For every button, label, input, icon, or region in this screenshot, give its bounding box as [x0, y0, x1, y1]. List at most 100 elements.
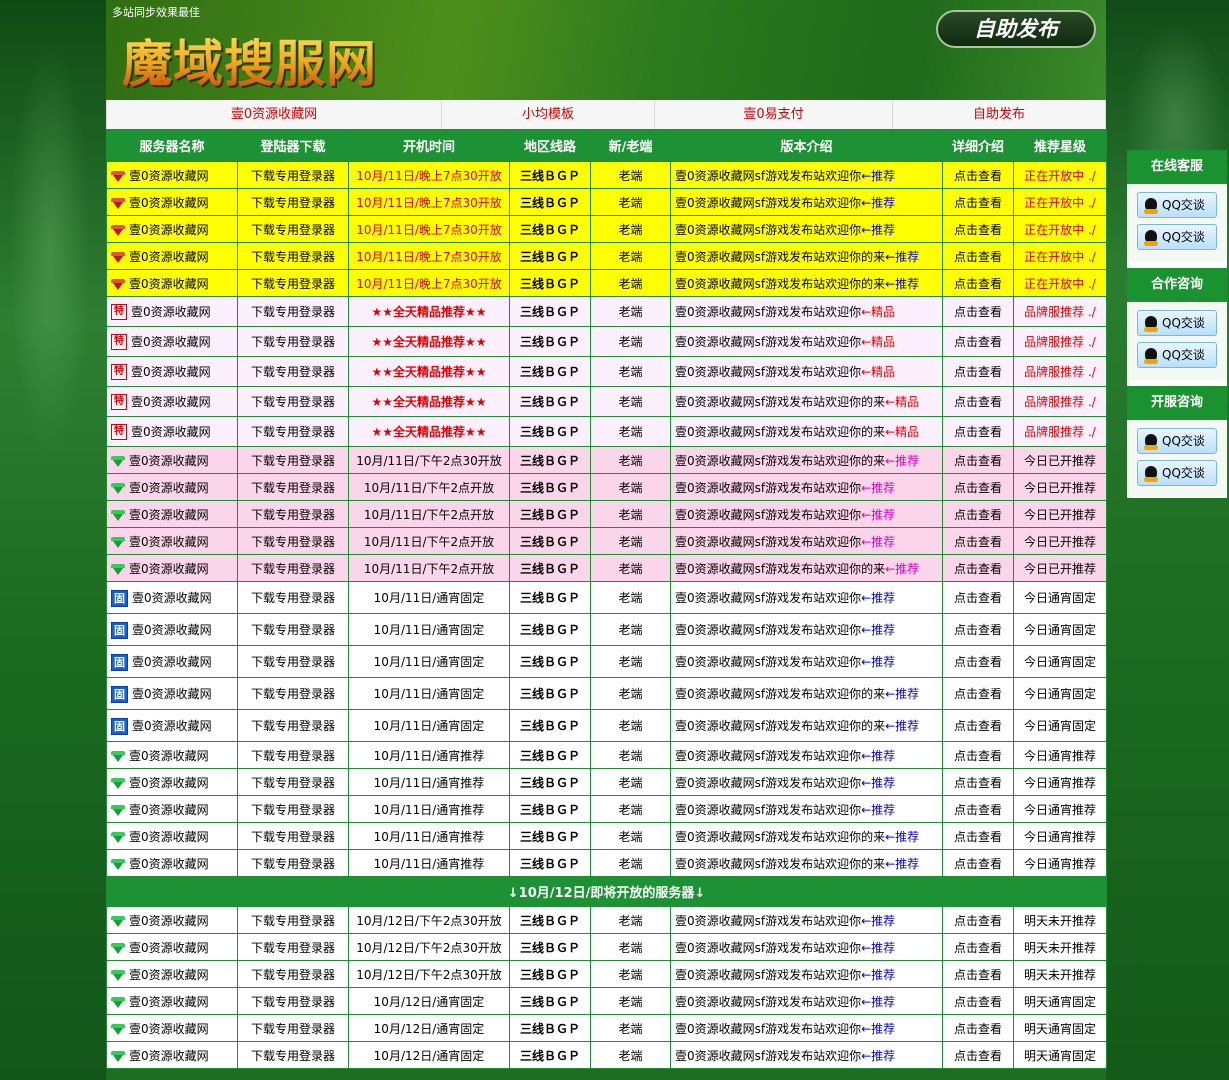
download-link[interactable]: 下载专用登录器: [237, 296, 349, 327]
server-name[interactable]: 壹0资源收藏网: [129, 803, 209, 817]
detail-link[interactable]: 点击查看: [942, 215, 1014, 243]
download-link[interactable]: 下载专用登录器: [237, 416, 349, 447]
server-name[interactable]: 壹0资源收藏网: [129, 914, 209, 928]
version-intro[interactable]: 壹0资源收藏网sf游戏发布站欢迎你: [675, 223, 861, 237]
download-link[interactable]: 下载专用登录器: [237, 849, 349, 877]
server-name[interactable]: 壹0资源收藏网: [132, 655, 212, 669]
self-publish-button[interactable]: 自助发布: [936, 10, 1096, 48]
server-name-cell[interactable]: 固壹0资源收藏网: [106, 581, 238, 614]
server-name[interactable]: 壹0资源收藏网: [129, 968, 209, 982]
server-name-cell[interactable]: 固壹0资源收藏网: [106, 645, 238, 678]
version-intro[interactable]: 壹0资源收藏网sf游戏发布站欢迎你: [675, 1022, 861, 1036]
download-link[interactable]: 下载专用登录器: [237, 613, 349, 646]
detail-link[interactable]: 点击查看: [942, 581, 1014, 614]
version-intro[interactable]: 壹0资源收藏网sf游戏发布站欢迎你: [675, 508, 861, 522]
server-name-cell[interactable]: 壹0资源收藏网: [106, 768, 238, 796]
server-name-cell[interactable]: 固壹0资源收藏网: [106, 677, 238, 710]
version-intro[interactable]: 壹0资源收藏网sf游戏发布站欢迎你的来: [675, 719, 885, 733]
version-intro[interactable]: 壹0资源收藏网sf游戏发布站欢迎你: [675, 995, 861, 1009]
server-name[interactable]: 壹0资源收藏网: [129, 481, 209, 495]
version-intro[interactable]: 壹0资源收藏网sf游戏发布站欢迎你: [675, 1049, 861, 1063]
server-name-cell[interactable]: 壹0资源收藏网: [106, 161, 238, 189]
server-name[interactable]: 壹0资源收藏网: [129, 535, 209, 549]
version-intro[interactable]: 壹0资源收藏网sf游戏发布站欢迎你的来: [675, 454, 885, 468]
server-name-cell[interactable]: 壹0资源收藏网: [106, 906, 238, 934]
download-link[interactable]: 下载专用登录器: [237, 906, 349, 934]
download-link[interactable]: 下载专用登录器: [237, 1014, 349, 1042]
detail-link[interactable]: 点击查看: [942, 446, 1014, 474]
download-link[interactable]: 下载专用登录器: [237, 473, 349, 501]
version-intro[interactable]: 壹0资源收藏网sf游戏发布站欢迎你: [675, 305, 861, 319]
server-name-cell[interactable]: 壹0资源收藏网: [106, 446, 238, 474]
download-link[interactable]: 下载专用登录器: [237, 581, 349, 614]
server-name[interactable]: 壹0资源收藏网: [131, 335, 211, 349]
server-name-cell[interactable]: 壹0资源收藏网: [106, 500, 238, 528]
version-intro[interactable]: 壹0资源收藏网sf游戏发布站欢迎你: [675, 968, 861, 982]
version-intro[interactable]: 壹0资源收藏网sf游戏发布站欢迎你的来: [675, 250, 885, 264]
qq-chat-button[interactable]: QQ交谈: [1137, 460, 1217, 486]
server-name-cell[interactable]: 壹0资源收藏网: [106, 554, 238, 582]
version-intro[interactable]: 壹0资源收藏网sf游戏发布站欢迎你: [675, 941, 861, 955]
detail-link[interactable]: 点击查看: [942, 161, 1014, 189]
download-link[interactable]: 下载专用登录器: [237, 527, 349, 555]
version-intro[interactable]: 壹0资源收藏网sf游戏发布站欢迎你: [675, 535, 861, 549]
qq-chat-button[interactable]: QQ交谈: [1137, 342, 1217, 368]
detail-link[interactable]: 点击查看: [942, 741, 1014, 769]
server-name[interactable]: 壹0资源收藏网: [129, 830, 209, 844]
detail-link[interactable]: 点击查看: [942, 645, 1014, 678]
detail-link[interactable]: 点击查看: [942, 1014, 1014, 1042]
server-name[interactable]: 壹0资源收藏网: [129, 250, 209, 264]
detail-link[interactable]: 点击查看: [942, 768, 1014, 796]
detail-link[interactable]: 点击查看: [942, 960, 1014, 988]
detail-link[interactable]: 点击查看: [942, 527, 1014, 555]
server-name[interactable]: 壹0资源收藏网: [129, 857, 209, 871]
server-name-cell[interactable]: 特壹0资源收藏网: [106, 356, 238, 387]
server-name[interactable]: 壹0资源收藏网: [129, 223, 209, 237]
server-name[interactable]: 壹0资源收藏网: [129, 562, 209, 576]
version-intro[interactable]: 壹0资源收藏网sf游戏发布站欢迎你: [675, 335, 861, 349]
detail-link[interactable]: 点击查看: [942, 987, 1014, 1015]
download-link[interactable]: 下载专用登录器: [237, 554, 349, 582]
detail-link[interactable]: 点击查看: [942, 386, 1014, 417]
download-link[interactable]: 下载专用登录器: [237, 161, 349, 189]
qq-chat-button[interactable]: QQ交谈: [1137, 310, 1217, 336]
version-intro[interactable]: 壹0资源收藏网sf游戏发布站欢迎你的来: [675, 562, 885, 576]
server-name-cell[interactable]: 固壹0资源收藏网: [106, 613, 238, 646]
server-name-cell[interactable]: 特壹0资源收藏网: [106, 296, 238, 327]
server-name[interactable]: 壹0资源收藏网: [129, 277, 209, 291]
server-name-cell[interactable]: 壹0资源收藏网: [106, 933, 238, 961]
download-link[interactable]: 下载专用登录器: [237, 356, 349, 387]
server-name[interactable]: 壹0资源收藏网: [132, 719, 212, 733]
server-name[interactable]: 壹0资源收藏网: [131, 305, 211, 319]
download-link[interactable]: 下载专用登录器: [237, 933, 349, 961]
server-name-cell[interactable]: 壹0资源收藏网: [106, 1041, 238, 1069]
detail-link[interactable]: 点击查看: [942, 269, 1014, 297]
download-link[interactable]: 下载专用登录器: [237, 960, 349, 988]
detail-link[interactable]: 点击查看: [942, 554, 1014, 582]
download-link[interactable]: 下载专用登录器: [237, 500, 349, 528]
qq-chat-button[interactable]: QQ交谈: [1137, 224, 1217, 250]
version-intro[interactable]: 壹0资源收藏网sf游戏发布站欢迎你: [675, 655, 861, 669]
server-name-cell[interactable]: 固壹0资源收藏网: [106, 709, 238, 742]
nav-link-pay[interactable]: 壹0易支付: [655, 100, 893, 129]
server-name-cell[interactable]: 特壹0资源收藏网: [106, 386, 238, 417]
server-name[interactable]: 壹0资源收藏网: [132, 687, 212, 701]
version-intro[interactable]: 壹0资源收藏网sf游戏发布站欢迎你: [675, 914, 861, 928]
server-name[interactable]: 壹0资源收藏网: [129, 1022, 209, 1036]
download-link[interactable]: 下载专用登录器: [237, 768, 349, 796]
detail-link[interactable]: 点击查看: [942, 822, 1014, 850]
detail-link[interactable]: 点击查看: [942, 473, 1014, 501]
detail-link[interactable]: 点击查看: [942, 933, 1014, 961]
detail-link[interactable]: 点击查看: [942, 188, 1014, 216]
detail-link[interactable]: 点击查看: [942, 709, 1014, 742]
server-name-cell[interactable]: 壹0资源收藏网: [106, 822, 238, 850]
version-intro[interactable]: 壹0资源收藏网sf游戏发布站欢迎你: [675, 365, 861, 379]
server-name-cell[interactable]: 壹0资源收藏网: [106, 188, 238, 216]
version-intro[interactable]: 壹0资源收藏网sf游戏发布站欢迎你: [675, 749, 861, 763]
download-link[interactable]: 下载专用登录器: [237, 386, 349, 417]
detail-link[interactable]: 点击查看: [942, 906, 1014, 934]
server-name[interactable]: 壹0资源收藏网: [129, 995, 209, 1009]
download-link[interactable]: 下载专用登录器: [237, 446, 349, 474]
qq-chat-button[interactable]: QQ交谈: [1137, 428, 1217, 454]
server-name[interactable]: 壹0资源收藏网: [131, 365, 211, 379]
